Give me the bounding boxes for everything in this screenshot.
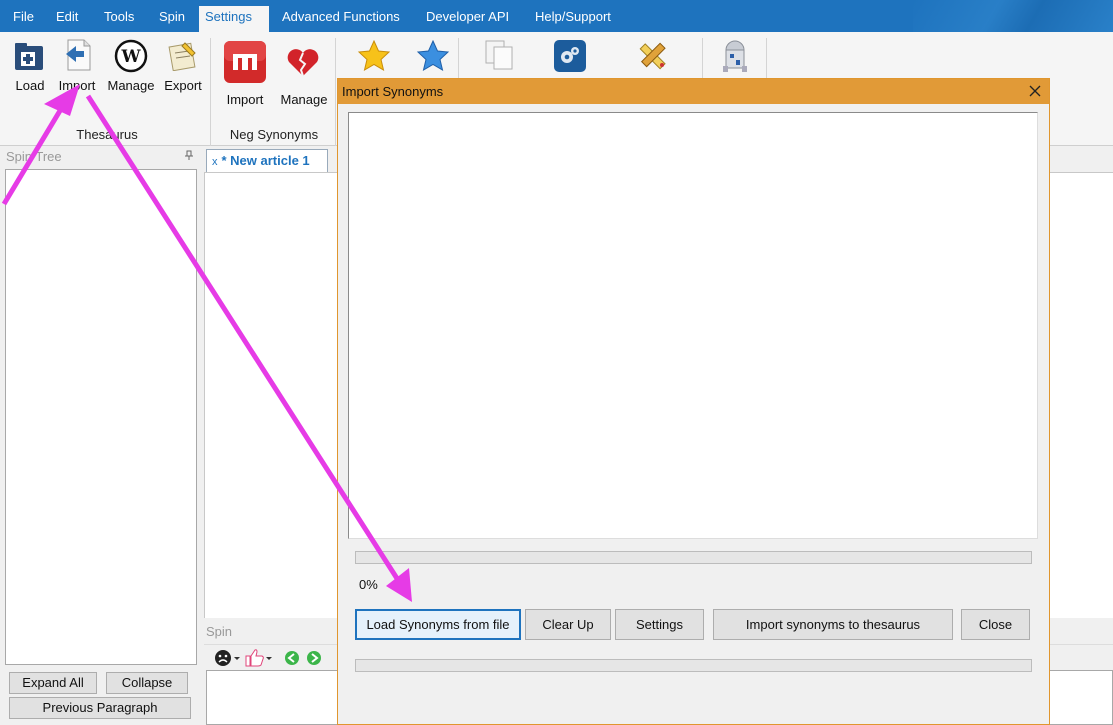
tab-label: * New article 1 [221,153,310,168]
menubar-decoration [913,0,1113,32]
dialog-title: Import Synonyms [342,84,444,99]
broken-heart-icon [287,49,319,77]
neg-synonyms-manage-label: Manage [280,92,328,107]
sad-face-dropdown-icon[interactable] [214,649,242,667]
tab-new-article[interactable]: x * New article 1 [206,149,328,172]
import-synonyms-to-thesaurus-button[interactable]: Import synonyms to thesaurus [713,609,953,640]
menu-tools[interactable]: Tools [98,6,140,32]
green-circle-back-icon[interactable] [284,650,300,666]
pencil-ruler-icon[interactable] [636,39,670,73]
neg-synonyms-import-button[interactable]: Import [218,38,272,112]
secondary-progress-bar [355,659,1032,672]
menu-developer-api[interactable]: Developer API [420,6,515,32]
ribbon-separator [335,38,336,146]
gold-star-icon[interactable] [357,40,391,72]
thesaurus-group-label: Thesaurus [76,127,138,142]
thesaurus-export-label: Export [164,78,202,93]
thesaurus-export-button[interactable]: Export [160,36,206,96]
svg-text:W: W [120,47,141,67]
import-progress-bar [355,551,1032,564]
menu-file[interactable]: File [7,6,40,32]
dialog-close-button[interactable]: Close [961,609,1030,640]
progress-percent: 0% [359,577,378,592]
thesaurus-import-button[interactable]: Import [54,36,100,96]
blue-star-icon[interactable] [416,40,450,72]
menu-settings[interactable]: Settings [199,6,269,32]
spin-panel-title: Spin [206,624,233,639]
dialog-title-bar: Import Synonyms [338,79,1049,104]
synonyms-text-area[interactable] [348,112,1038,539]
clear-up-button[interactable]: Clear Up [525,609,611,640]
copy-pages-icon[interactable] [483,38,517,72]
thesaurus-import-label: Import [58,78,96,93]
load-synonyms-from-file-button[interactable]: Load Synonyms from file [355,609,521,640]
dialog-close-icon[interactable] [1029,85,1041,97]
gears-icon[interactable] [553,39,587,73]
menu-spin[interactable]: Spin [153,6,191,32]
red-m-icon [224,41,266,83]
export-notepad-icon [168,42,196,71]
menu-bar: File Edit Tools Spin Settings Advanced F… [0,0,1113,32]
green-circle-forward-icon[interactable] [306,650,322,666]
wordpress-w-icon: W [114,39,148,73]
menu-help-support[interactable]: Help/Support [529,6,617,32]
neg-synonyms-group-label: Neg Synonyms [229,127,319,142]
previous-paragraph-button[interactable]: Previous Paragraph [9,697,191,719]
neg-synonyms-manage-button[interactable]: Manage [276,38,332,112]
thesaurus-load-button[interactable]: Load [8,36,52,96]
tab-close-icon[interactable]: x [212,156,218,168]
thumbs-up-dropdown-icon[interactable] [244,648,274,668]
menu-edit[interactable]: Edit [50,6,84,32]
expand-all-button[interactable]: Expand All [9,672,97,694]
spin-tree-title: Spin Tree [6,149,62,164]
collapse-button[interactable]: Collapse [106,672,188,694]
ribbon-separator [210,38,211,146]
dialog-settings-button[interactable]: Settings [615,609,704,640]
import-synonyms-dialog: Import Synonyms 0% Load Synonyms from fi… [337,78,1050,725]
thesaurus-manage-label: Manage [107,78,155,93]
spin-tree[interactable] [5,169,197,665]
pin-icon[interactable] [184,150,194,160]
folder-plus-icon [15,43,43,70]
thesaurus-manage-button[interactable]: W Manage [104,36,158,96]
import-document-icon [66,39,91,71]
thesaurus-load-label: Load [15,78,45,93]
robot-icon[interactable] [720,38,750,74]
menu-advanced-functions[interactable]: Advanced Functions [276,6,406,32]
neg-synonyms-import-label: Import [226,92,264,107]
